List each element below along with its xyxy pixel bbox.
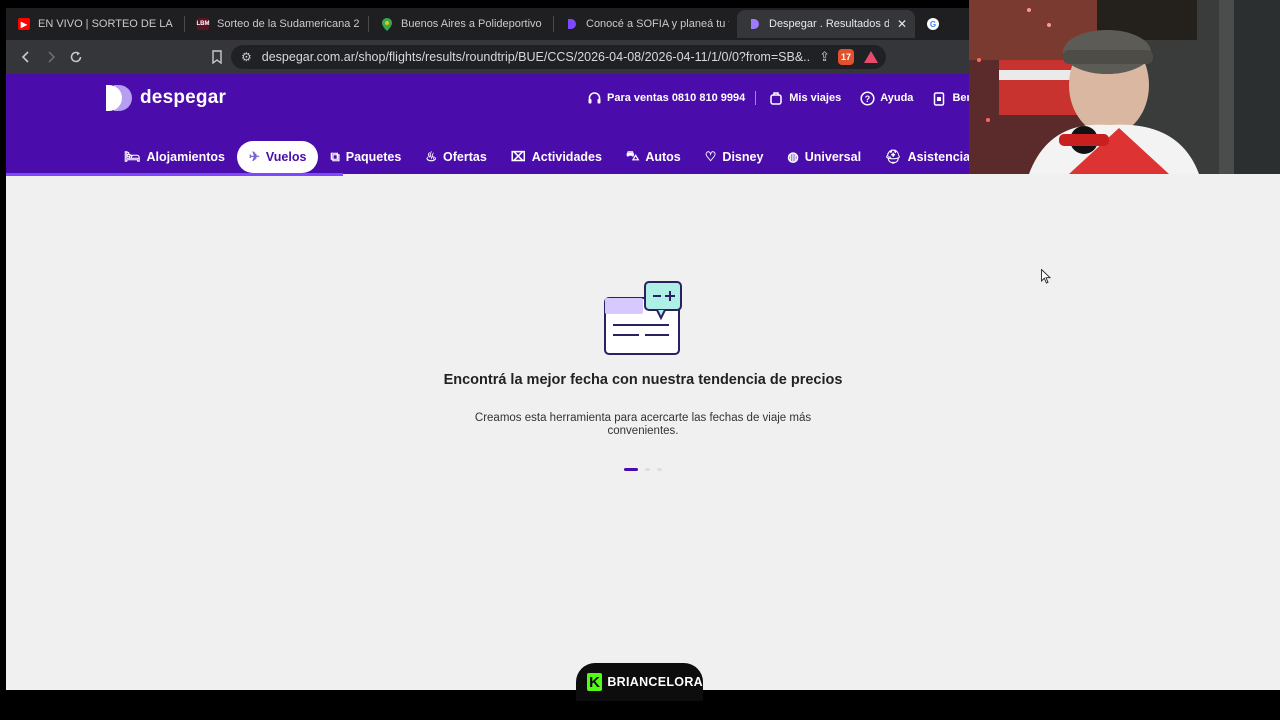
nav-universal[interactable]: ◍ Universal [775,141,873,173]
price-trend-illustration [603,280,683,358]
tab-maps[interactable]: Buenos Aires a Polideportivo M [369,10,553,38]
share-icon[interactable]: ⇪ [819,49,830,65]
mickey-icon: ♡ [704,149,717,164]
loading-progress-bar [6,173,343,176]
channel-name: BRIANCELORA [607,675,703,689]
site-icon: LBM [197,18,210,30]
despegar-icon [749,18,761,30]
header-top-links: Para ventas 0810 810 9994 Mis viajes ? A… [586,90,1013,106]
url-text: despegar.com.ar/shop/flights/results/rou… [261,50,812,64]
brand-name: despegar [140,87,227,108]
loading-title: Encontrá la mejor fecha con nuestra tend… [443,372,843,388]
back-icon[interactable] [14,45,38,69]
loading-subtitle: Creamos esta herramienta para acercarte … [474,412,812,437]
svg-text:?: ? [864,94,870,104]
tab-sudamericana[interactable]: LBM Sorteo de la Sudamericana 2026 [185,10,368,38]
my-trips-link[interactable]: Mis viajes [768,90,841,106]
nav-label: Universal [804,150,862,164]
tab-title: Conocé a SOFIA y planeá tu viaj [586,18,729,30]
youtube-icon: ▶ [18,18,30,30]
bed-icon: 🛏︎ [124,149,141,164]
headset-icon [586,90,602,106]
sales-phone-label: Para ventas 0810 810 9994 [607,92,746,104]
kick-logo-icon: K [587,673,603,691]
luggage-icon [768,90,784,106]
stream-watermark: K BRIANCELORA [576,663,703,701]
sales-phone-link[interactable]: Para ventas 0810 810 9994 [586,90,745,106]
nav-disney[interactable]: ♡ Disney [693,141,776,173]
brave-shield-icon[interactable]: 17 [838,49,854,65]
divider [755,91,757,105]
despegar-icon [566,18,578,30]
help-link[interactable]: ? Ayuda [859,90,913,106]
brave-rewards-icon[interactable] [864,51,878,63]
nav-ofertas[interactable]: ♨ Ofertas [413,141,498,173]
mouse-cursor-icon [1041,269,1051,284]
tab-youtube[interactable]: ▶ EN VIVO | SORTEO DE LA FASE D [6,10,184,38]
nav-actividades[interactable]: ⌧ Actividades [499,141,614,173]
suitcase-icon: ⧉ [330,149,340,164]
nav-paquetes[interactable]: ⧉ Paquetes [318,141,413,173]
tab-despegar-active[interactable]: Despegar . Resultados de V ✕ [737,10,915,38]
nav-alojamientos[interactable]: 🛏︎ Alojamientos [112,141,237,173]
nav-label: Alojamientos [146,150,226,164]
tab-title: EN VIVO | SORTEO DE LA FASE D [38,18,176,30]
forward-icon[interactable] [39,45,63,69]
tab-title: Buenos Aires a Polideportivo M [401,18,545,30]
maps-pin-icon [381,17,393,31]
despegar-logo-icon [106,85,132,111]
carousel-dot [657,468,662,471]
help-label: Ayuda [880,92,914,104]
close-tab-icon[interactable]: ✕ [897,17,907,31]
webcam-overlay [969,0,1280,174]
nav-autos[interactable]: ⛍ Autos [614,141,693,173]
site-settings-icon[interactable]: ⚙ [241,50,252,64]
carousel-dot [645,468,650,471]
globe-icon: ◍ [787,149,799,164]
nav-label: Ofertas [443,150,487,164]
question-circle-icon: ? [859,90,875,106]
tab-title: Sorteo de la Sudamericana 2026 [217,18,360,30]
nav-label: Asistencias [907,150,978,164]
medkit-icon: ⛑︎ [885,149,902,164]
google-icon: G [927,18,939,30]
tab-sofia[interactable]: Conocé a SOFIA y planeá tu viaj [554,10,737,38]
my-trips-label: Mis viajes [789,92,842,104]
despegar-logo[interactable]: despegar [106,85,226,111]
nav-label: Autos [645,150,681,164]
tab-google[interactable]: G b [915,10,955,38]
nav-label: Disney [722,150,764,164]
plane-icon: ✈︎ [249,149,260,164]
carousel-dot-active [624,468,638,471]
carousel-dots [624,468,669,471]
address-bar[interactable]: ⚙ despegar.com.ar/shop/flights/results/r… [231,45,886,69]
category-nav: 🛏︎ Alojamientos ✈︎ Vuelos ⧉ Paquetes ♨ Ofert… [112,141,989,173]
ticket-icon: ⌧ [510,149,526,164]
tab-title: Despegar . Resultados de V [769,18,889,30]
reload-icon[interactable] [64,45,88,69]
gift-card-icon [931,90,947,106]
nav-label: Actividades [531,150,602,164]
car-icon: ⛍ [625,148,640,163]
nav-label: Paquetes [345,150,402,164]
nav-vuelos[interactable]: ✈︎ Vuelos [237,141,319,173]
bookmark-icon[interactable] [205,45,229,69]
screen: ▶ EN VIVO | SORTEO DE LA FASE D LBM Sort… [0,0,1280,720]
nav-label: Vuelos [265,150,307,164]
flame-icon: ♨ [425,149,437,164]
